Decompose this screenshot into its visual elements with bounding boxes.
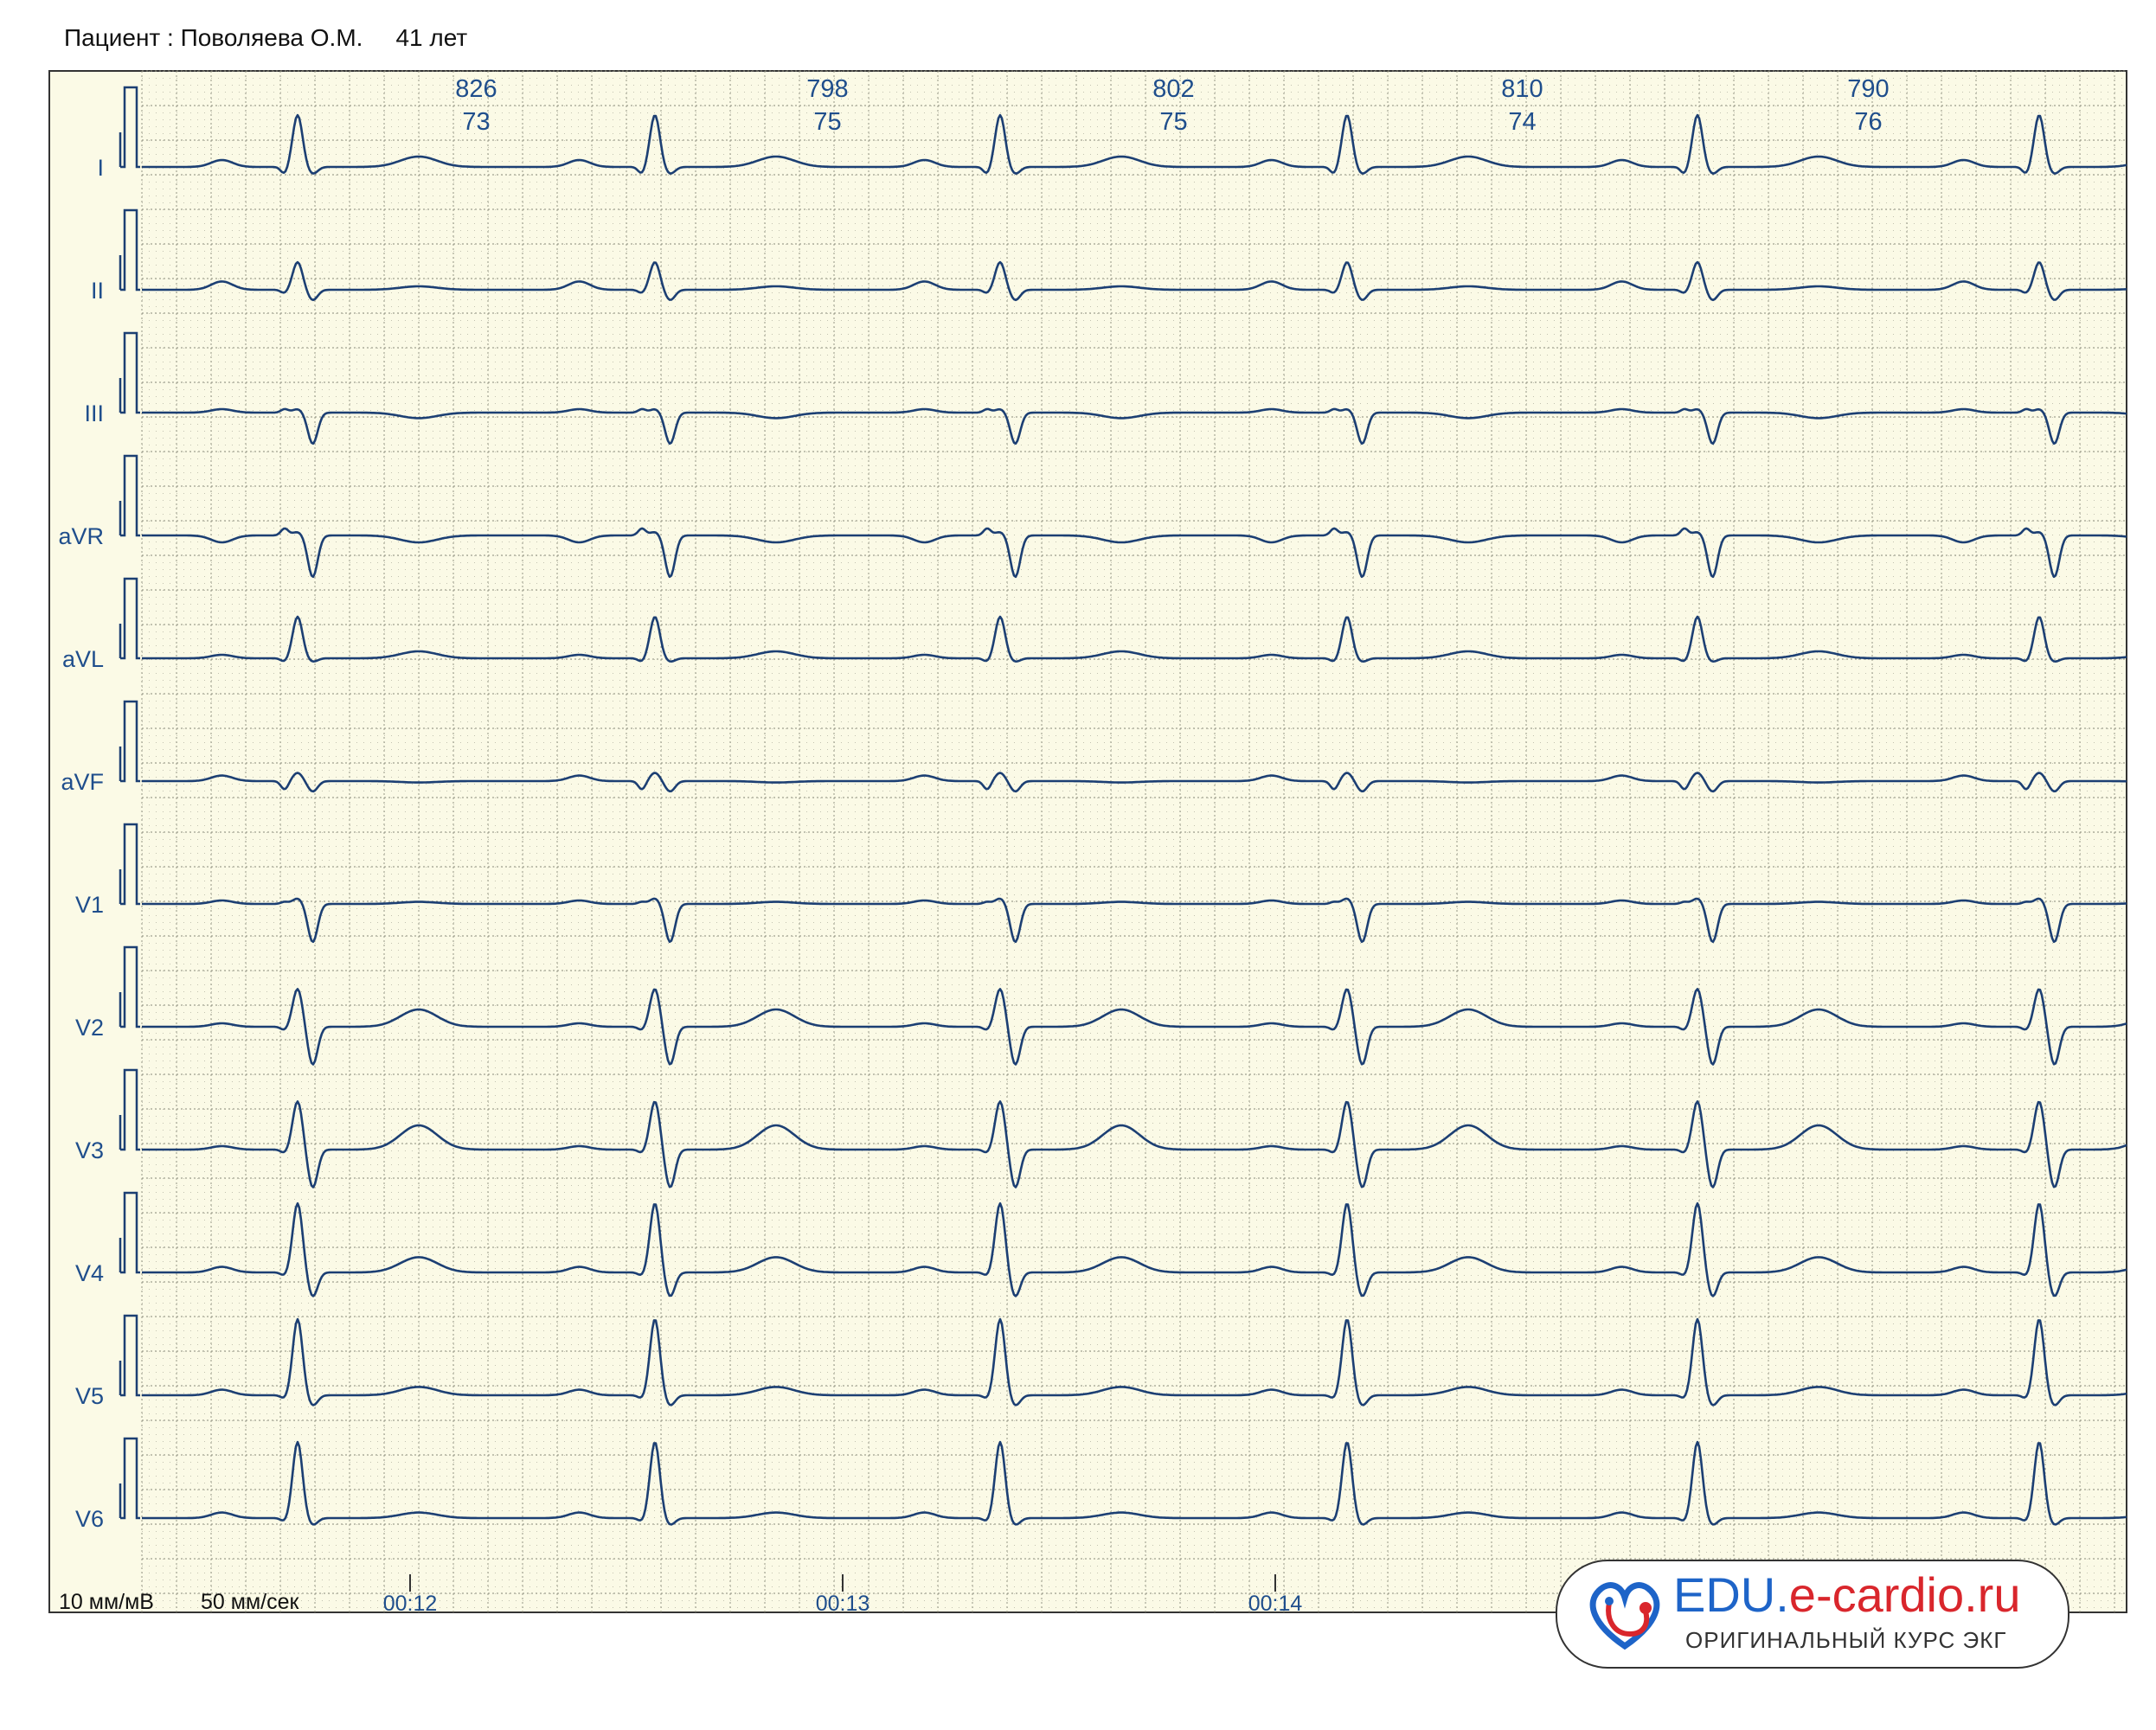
- heart-rate-value: 73: [462, 108, 490, 136]
- heart-rate-value: 75: [1159, 108, 1187, 136]
- time-tick-label: 00:13: [816, 1592, 870, 1616]
- rr-interval-value: 826: [455, 75, 497, 103]
- time-tick-label: 00:12: [383, 1592, 438, 1616]
- logo-wordmark: EDU.e-cardio.ru: [1673, 1567, 2021, 1622]
- rr-interval-value: 798: [806, 75, 848, 103]
- ecg-chart: IIIIIIaVRaVLaVFV1V2V3V4V5V6 826737987580…: [48, 70, 2127, 1616]
- heart-rate-value: 74: [1508, 108, 1536, 136]
- lead-label-v4: V4: [75, 1260, 104, 1286]
- heart-rate-value: 76: [1854, 108, 1882, 136]
- gain-label: 10 мм/мВ: [59, 1590, 154, 1614]
- heart-stethoscope-icon: [1589, 1582, 1660, 1650]
- lead-label-avr: aVR: [58, 523, 104, 549]
- rr-interval-value: 802: [1152, 75, 1194, 103]
- speed-label: 50 мм/сек: [201, 1590, 299, 1614]
- heart-rate-value: 75: [813, 108, 841, 136]
- lead-label-v3: V3: [75, 1137, 104, 1163]
- time-tick-label: 00:14: [1248, 1592, 1303, 1616]
- ecg-minor-grid: [142, 71, 2127, 1612]
- lead-label-v1: V1: [75, 892, 104, 918]
- lead-label-v6: V6: [75, 1506, 104, 1532]
- lead-label-avl: aVL: [62, 646, 104, 672]
- lead-label-v5: V5: [75, 1383, 104, 1409]
- lead-label-ii: II: [91, 278, 104, 304]
- lead-label-i: I: [97, 155, 104, 181]
- lead-label-iii: III: [84, 400, 104, 426]
- lead-label-v2: V2: [75, 1015, 104, 1041]
- logo-subtitle: ОРИГИНАЛЬНЫЙ КУРС ЭКГ: [1685, 1627, 2007, 1653]
- rr-interval-value: 790: [1847, 75, 1889, 103]
- lead-label-avf: aVF: [61, 769, 104, 795]
- rr-interval-value: 810: [1501, 75, 1543, 103]
- edu-ecardio-logo: EDU.e-cardio.ru ОРИГИНАЛЬНЫЙ КУРС ЭКГ: [1556, 1560, 2069, 1669]
